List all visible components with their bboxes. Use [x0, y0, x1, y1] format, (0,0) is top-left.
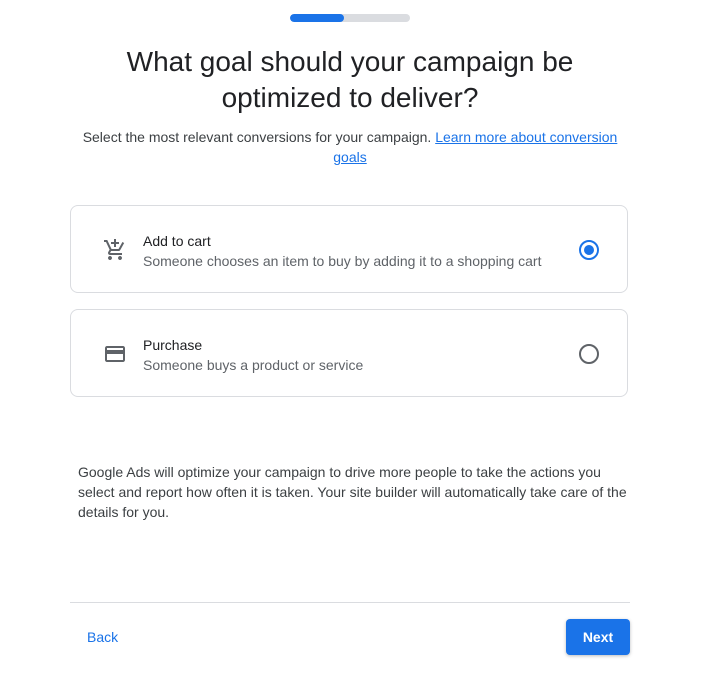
- optimization-info-text: Google Ads will optimize your campaign t…: [78, 464, 627, 520]
- back-button[interactable]: Back: [72, 620, 133, 654]
- option-label: Purchase: [143, 337, 203, 353]
- option-description: Someone chooses an item to buy by adding…: [143, 253, 542, 269]
- goal-option-add-to-cart[interactable]: Add to cart Someone chooses an item to b…: [70, 205, 628, 293]
- option-description: Someone buys a product or service: [143, 357, 364, 373]
- step-progress-fill: [290, 14, 344, 22]
- footer-divider: [70, 602, 630, 603]
- radio-purchase[interactable]: [579, 344, 599, 364]
- page-subtitle: Select the most relevant conversions for…: [70, 127, 630, 167]
- next-button[interactable]: Next: [566, 619, 630, 655]
- page-title: What goal should your campaign be optimi…: [126, 46, 574, 113]
- add-shopping-cart-icon: [103, 238, 127, 262]
- subtitle-text: Select the most relevant conversions for…: [82, 129, 432, 145]
- option-label: Add to cart: [143, 233, 211, 249]
- radio-add-to-cart[interactable]: [579, 240, 599, 260]
- goal-option-purchase[interactable]: Purchase Someone buys a product or servi…: [70, 309, 628, 397]
- step-progress-bar: [290, 14, 410, 22]
- credit-card-icon: [103, 342, 127, 366]
